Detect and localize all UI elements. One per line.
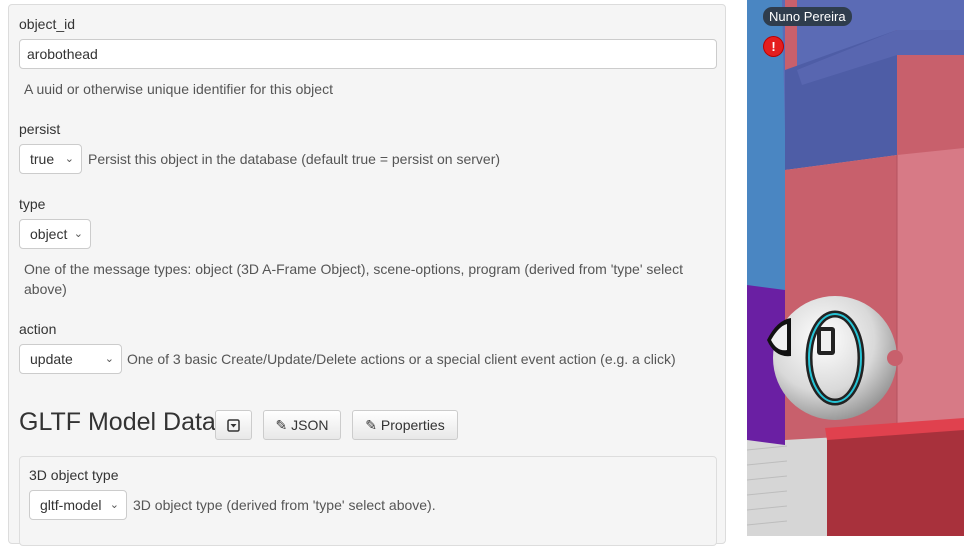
json-button[interactable]: ✎ JSON	[263, 410, 341, 440]
persist-select-value: true	[30, 151, 55, 167]
object-type-select[interactable]: gltf-model ⌄	[29, 490, 127, 520]
type-help-line2: above)	[24, 281, 67, 297]
type-label: type	[19, 196, 46, 212]
object-type-select-value: gltf-model	[40, 497, 102, 513]
type-help-line1: One of the message types: object (3D A-F…	[24, 261, 683, 277]
chevron-down-icon: ⌄	[109, 499, 119, 511]
pencil-icon: ✎	[365, 417, 378, 433]
scene-render	[747, 0, 964, 536]
scene-viewport[interactable]: Nuno Pereira !	[747, 0, 964, 536]
object-id-label: object_id	[19, 16, 76, 32]
alert-icon[interactable]: !	[764, 37, 783, 56]
action-select-value: update	[30, 351, 73, 367]
object-type-label: 3D object type	[29, 467, 119, 483]
chevron-down-icon: ⌄	[104, 353, 114, 365]
properties-button[interactable]: ✎ Properties	[352, 410, 458, 440]
action-select[interactable]: update ⌄	[19, 344, 122, 374]
action-help: One of 3 basic Create/Update/Delete acti…	[127, 351, 676, 367]
pencil-icon: ✎	[275, 417, 288, 433]
object-id-input[interactable]: arobothead	[19, 39, 717, 69]
action-label: action	[19, 321, 57, 337]
object-id-help: A uuid or otherwise unique identifier fo…	[24, 81, 333, 97]
persist-select[interactable]: true ⌄	[19, 144, 82, 174]
persist-label: persist	[19, 121, 61, 137]
collapse-toggle-button[interactable]	[215, 410, 252, 440]
chevron-down-icon: ⌄	[73, 228, 83, 240]
collapse-toggle-icon	[227, 419, 240, 432]
section-title: GLTF Model Data	[19, 408, 216, 436]
json-button-label: JSON	[291, 417, 329, 433]
object-type-help: 3D object type (derived from 'type' sele…	[133, 497, 436, 513]
type-select[interactable]: object ⌄	[19, 219, 91, 249]
type-select-value: object	[30, 226, 68, 242]
user-badge: Nuno Pereira	[763, 7, 852, 26]
chevron-down-icon: ⌄	[64, 153, 74, 165]
properties-button-label: Properties	[380, 417, 445, 433]
persist-help: Persist this object in the database (def…	[88, 151, 501, 167]
